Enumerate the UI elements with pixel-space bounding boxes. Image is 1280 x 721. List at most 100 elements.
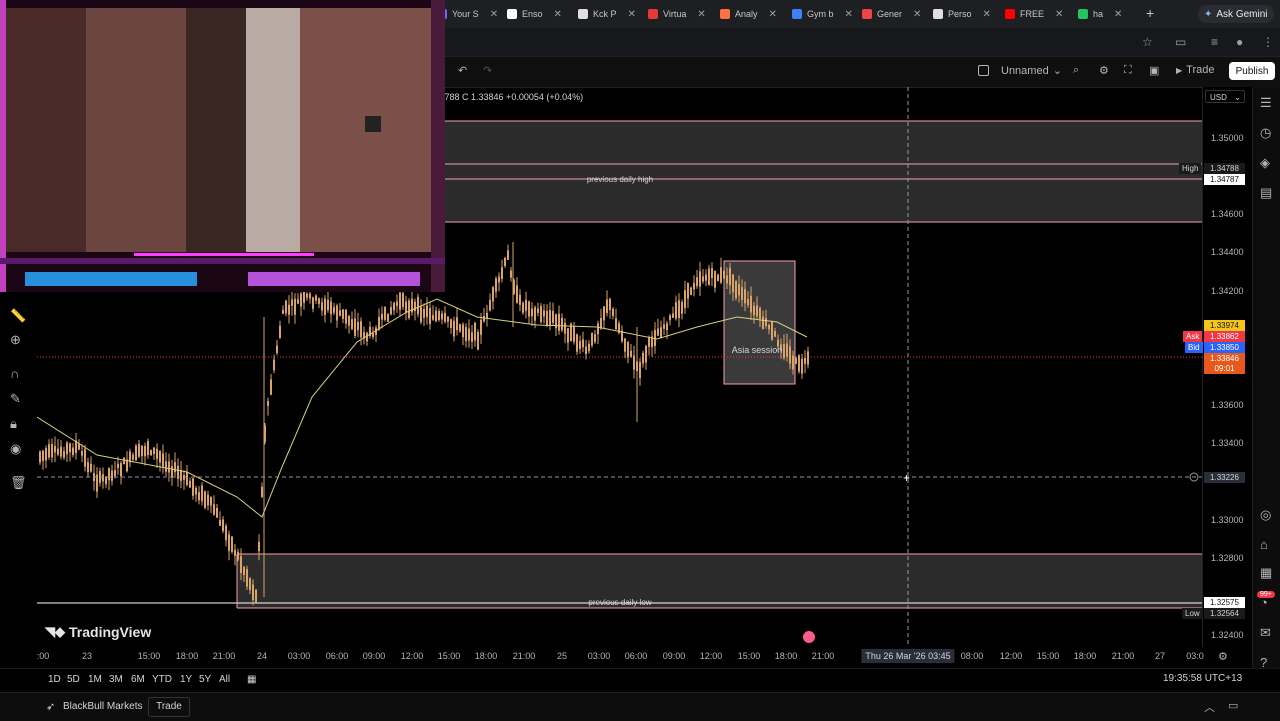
lock-icon[interactable]: 🔒︎ [10,416,17,432]
candle-body [492,287,494,302]
price-axis[interactable]: 1.35000 1.34600 1.34400 1.34200 1.33600 1.334… [1202,87,1253,647]
utc-clock[interactable]: 19:35:58 UTC+13 [1163,673,1242,684]
ruler-icon[interactable]: 📏 [10,308,26,324]
time-tick-label: 12:00 [400,651,424,661]
tab-close-icon[interactable]: ✕ [628,9,636,20]
settings-icon[interactable]: ⚙ [1099,64,1109,77]
trash-icon[interactable]: 🗑︎ [10,475,27,491]
tab-title: ha [1093,9,1104,19]
browser-tab[interactable]: Perso ✕ [933,4,991,24]
browser-menu-icon[interactable]: ⋮ [1262,35,1274,49]
screen-icon[interactable]: ▭ [1175,35,1186,49]
quick-search-icon[interactable]: ⌕ [1073,64,1079,77]
new-tab-button[interactable]: + [1146,5,1154,21]
watchlist-icon[interactable]: ☰ [1260,95,1272,111]
browser-tab[interactable]: Kck P ✕ [578,4,636,24]
go-to-date-icon[interactable]: ▦ [247,674,256,685]
candle-body [426,305,428,318]
range-button-1m[interactable]: 1M [88,674,102,685]
chat-icon[interactable]: ▤ [1260,185,1272,201]
browser-tab[interactable]: FREE ✕ [1005,4,1063,24]
browser-tab[interactable]: ha ✕ [1078,4,1122,24]
tab-close-icon[interactable]: ✕ [1055,9,1063,20]
messages-icon[interactable]: ✉ [1260,625,1271,641]
candle-body [216,507,218,518]
layout-selector[interactable]: Unnamed ⌄ [978,64,1062,77]
calendar-icon[interactable]: ▦ [1260,565,1272,581]
range-button-1y[interactable]: 1Y [180,674,192,685]
tab-close-icon[interactable]: ✕ [845,9,853,20]
event-marker-icon [803,631,815,643]
fullscreen-icon[interactable]: ⛶ [1124,64,1132,77]
magnet-icon[interactable]: ∩ [10,366,19,381]
range-button-all[interactable]: All [219,674,230,685]
browser-tab[interactable]: Gener ✕ [862,4,921,24]
candle-body [783,344,785,358]
broker-trade-button[interactable]: Trade [148,697,190,717]
trade-button[interactable]: ▶ Trade [1176,64,1214,76]
range-button-5d[interactable]: 5D [67,674,80,685]
candle-body [705,274,707,281]
candle-body [675,302,677,319]
tab-close-icon[interactable]: ✕ [769,9,777,20]
tab-favicon-icon [1005,9,1015,19]
candle-body [645,346,647,363]
range-button-6m[interactable]: 6M [131,674,145,685]
candle-body [114,470,116,476]
tab-title: Analy [735,9,758,19]
alerts-clock-icon[interactable]: ◷ [1260,125,1271,141]
time-tick-label: 21:00 [1111,651,1135,661]
undo-icon[interactable]: ↶ [458,64,467,77]
trade-label: Trade [1186,64,1215,76]
pencil-lock-icon[interactable]: ✎ [10,391,21,407]
candle-body [768,324,770,330]
browser-tab[interactable]: Your S ✕ [437,4,498,24]
tab-close-icon[interactable]: ✕ [490,9,498,20]
browser-tab[interactable]: Enso ✕ [507,4,562,24]
tab-close-icon[interactable]: ✕ [554,9,562,20]
range-button-1d[interactable]: 1D [48,674,61,685]
browser-tab[interactable]: Virtua ✕ [648,4,706,24]
zoom-in-icon[interactable]: ⊕ [10,332,21,348]
tab-close-icon[interactable]: ✕ [983,9,991,20]
redo-icon[interactable]: ↷ [483,64,492,77]
candle-body [606,299,608,314]
candle-body [270,379,272,395]
profile-avatar[interactable]: ● [1236,35,1243,49]
candle-body [765,318,767,326]
candle-body [747,299,749,306]
ask-gemini-button[interactable]: ✦ Ask Gemini [1198,5,1274,23]
range-button-ytd[interactable]: YTD [152,674,172,685]
candle-body [240,556,242,574]
range-button-5y[interactable]: 5Y [199,674,211,685]
tab-close-icon[interactable]: ✕ [913,9,921,20]
candle-body [798,355,800,372]
bookmark-star-icon[interactable]: ☆ [1142,35,1153,49]
candle-body [372,332,374,338]
candle-body [741,287,743,300]
range-button-3m[interactable]: 3M [109,674,123,685]
camera-icon[interactable]: ▣ [1149,64,1159,77]
tab-close-icon[interactable]: ✕ [697,9,705,20]
collapse-up-icon[interactable]: ︿ [1204,699,1215,715]
maximize-panel-icon[interactable]: ▭ [1228,699,1238,712]
currency-selector[interactable]: USD ⌄ [1205,90,1245,103]
browser-tab[interactable]: Gym b ✕ [792,4,853,24]
publish-button[interactable]: Publish [1229,62,1275,80]
layers-icon[interactable]: ◈ [1260,155,1270,171]
candle-body [300,293,302,307]
eye-icon[interactable]: ◉ [10,441,21,457]
candle-body [261,486,263,498]
ideas-icon[interactable]: ⌂ [1260,537,1268,552]
browser-tab[interactable]: Analy ✕ [720,4,777,24]
target-icon[interactable]: ◎ [1260,507,1271,523]
axis-settings-icon[interactable]: ⚙ [1218,650,1228,663]
candle-body [165,461,167,472]
tab-close-icon[interactable]: ✕ [1114,9,1122,20]
time-axis[interactable]: :00 23 15:00 18:00 21:00 24 03:00 06:00 09:00 12:… [37,647,1252,667]
candle-body [225,525,227,541]
extensions-icon[interactable]: ≡ [1211,35,1218,49]
time-tick-label: 09:00 [662,651,686,661]
candle-body [63,451,65,458]
broker-name[interactable]: BlackBull Markets [63,701,142,712]
